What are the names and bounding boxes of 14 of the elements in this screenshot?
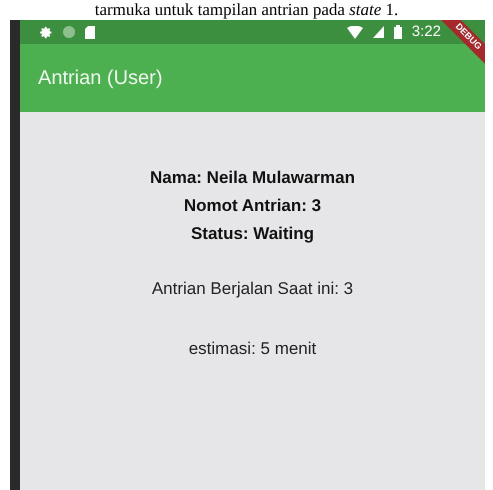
estimate-text: estimasi: 5 menit	[188, 338, 316, 360]
battery-icon	[394, 25, 402, 39]
caption-text: tarmuka untuk tampilan antrian pada state 1.	[94, 0, 398, 20]
app-bar-title: Antrian (User)	[38, 66, 162, 91]
detail-text: Nama: Neila Mulawarman	[150, 167, 355, 189]
status-time: 3:22	[412, 22, 441, 42]
detail-text: Nomot Antrian: 3	[184, 195, 322, 217]
wifi-icon	[346, 26, 363, 38]
detail-text: Status: Waiting	[190, 223, 314, 245]
circle-icon	[63, 26, 75, 38]
sd-card-icon	[85, 26, 95, 38]
gear-icon	[40, 26, 53, 38]
current-queue-text: Antrian Berjalan Saat ini: 3	[152, 278, 354, 300]
signal-icon	[372, 26, 384, 38]
